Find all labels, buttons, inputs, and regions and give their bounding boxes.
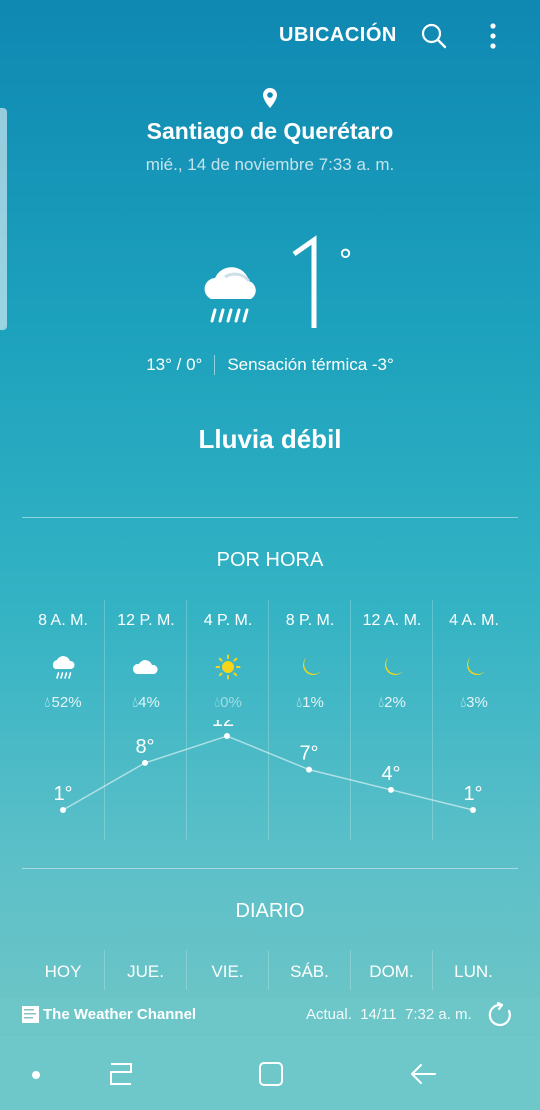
daily-forecast[interactable]: HOY JUE. VIE. SÁB. DOM. LUN. xyxy=(22,950,518,990)
moon-icon xyxy=(467,657,485,675)
hour-label: 12 A. M. xyxy=(362,612,422,629)
precip-value: 3% xyxy=(466,694,488,711)
daily-day[interactable]: DOM. xyxy=(350,950,432,990)
temperature-label: 4° xyxy=(381,763,400,785)
section-divider xyxy=(22,517,518,518)
hour-label: 8 A. M. xyxy=(38,612,88,629)
daily-day[interactable]: VIE. xyxy=(186,950,268,990)
hour-label: 4 P. M. xyxy=(203,612,253,629)
precip-value: 52% xyxy=(51,694,82,711)
precipitation-chance: 💧︎0% xyxy=(214,694,242,711)
rain-cloud-icon xyxy=(52,656,75,679)
daily-day[interactable]: JUE. xyxy=(104,950,186,990)
temperature-label: 7° xyxy=(299,743,318,765)
temperature-degree: ° xyxy=(338,244,353,279)
details-divider xyxy=(214,355,216,375)
updated-time: 7:32 a. m. xyxy=(404,1006,472,1023)
temperature-label: 1° xyxy=(463,783,482,805)
precipitation-chance: 💧︎2% xyxy=(378,694,406,711)
moon-icon xyxy=(385,657,403,675)
city-name[interactable]: Santiago de Querétaro xyxy=(0,118,540,145)
temperature-point xyxy=(388,786,394,793)
precip-value: 0% xyxy=(220,694,242,711)
back-icon[interactable] xyxy=(407,1060,439,1088)
min-max-temperature: 13° / 0° xyxy=(146,355,203,374)
search-button[interactable] xyxy=(414,16,454,56)
daily-title: DIARIO xyxy=(235,900,305,922)
more-options-button[interactable] xyxy=(473,16,513,56)
section-divider xyxy=(22,868,518,869)
temperature-label: 8° xyxy=(135,736,154,758)
twc-logo-icon xyxy=(22,1006,39,1023)
temperature-point xyxy=(60,807,66,813)
current-datetime: mié., 14 de noviembre 7:33 a. m. xyxy=(145,155,395,174)
hour-label: 4 A. M. xyxy=(449,612,499,629)
search-icon xyxy=(421,23,447,49)
weather-channel-logo[interactable] xyxy=(22,1006,39,1023)
precip-value: 2% xyxy=(384,694,406,711)
daily-day[interactable]: LUN. xyxy=(432,950,514,990)
temperature-line xyxy=(62,735,474,811)
nav-dot-icon[interactable] xyxy=(30,1069,42,1081)
cloud-icon xyxy=(132,660,158,674)
temperature-label: 1° xyxy=(53,783,72,805)
more-vert-icon xyxy=(490,23,496,49)
current-temperature: 1 xyxy=(286,232,330,348)
location-button[interactable]: UBICACIÓN xyxy=(279,24,397,47)
home-icon[interactable] xyxy=(256,1060,286,1088)
sun-icon xyxy=(215,654,241,680)
hourly-title: POR HORA xyxy=(216,549,324,571)
updated-label: Actual. xyxy=(306,1006,352,1023)
rain-cloud-icon xyxy=(204,267,256,323)
condition-text: Lluvia débil xyxy=(198,424,342,454)
hour-label: 8 P. M. xyxy=(285,612,335,629)
temperature-label: 12° xyxy=(212,720,242,731)
temperature-point xyxy=(224,733,230,739)
precipitation-chance: 💧︎3% xyxy=(460,694,488,711)
daily-day[interactable]: SÁB. xyxy=(268,950,350,990)
temperature-digit: 1 xyxy=(292,235,317,328)
precip-value: 1% xyxy=(302,694,324,711)
temperature-point xyxy=(142,759,148,766)
last-updated: Actual. 14/11 7:32 a. m. xyxy=(306,1006,472,1023)
temperature-details: 13° / 0° Sensación térmica -3° xyxy=(0,355,540,375)
provider-name[interactable]: The Weather Channel xyxy=(43,1006,196,1023)
navigation-bar xyxy=(0,1036,540,1110)
temperature-point xyxy=(470,807,476,813)
precipitation-chance: 💧︎ 52% xyxy=(44,694,82,711)
daily-day[interactable]: HOY xyxy=(22,950,104,990)
location-pin-icon xyxy=(263,88,277,108)
moon-icon xyxy=(303,657,321,675)
precipitation-chance: 💧︎1% xyxy=(296,694,324,711)
feels-like: Sensación térmica -3° xyxy=(227,355,394,374)
updated-date: 14/11 xyxy=(360,1006,397,1023)
hourly-temperature-chart: 1° 8° 12° 7° 4° 1° xyxy=(53,720,483,813)
recent-apps-icon[interactable] xyxy=(105,1061,137,1087)
temperature-point xyxy=(306,766,312,773)
precip-value: 4% xyxy=(138,694,160,711)
refresh-button[interactable] xyxy=(487,1001,513,1033)
precipitation-chance: 💧︎4% xyxy=(132,694,160,711)
hour-label: 12 P. M. xyxy=(117,612,175,629)
refresh-icon xyxy=(488,1001,511,1027)
